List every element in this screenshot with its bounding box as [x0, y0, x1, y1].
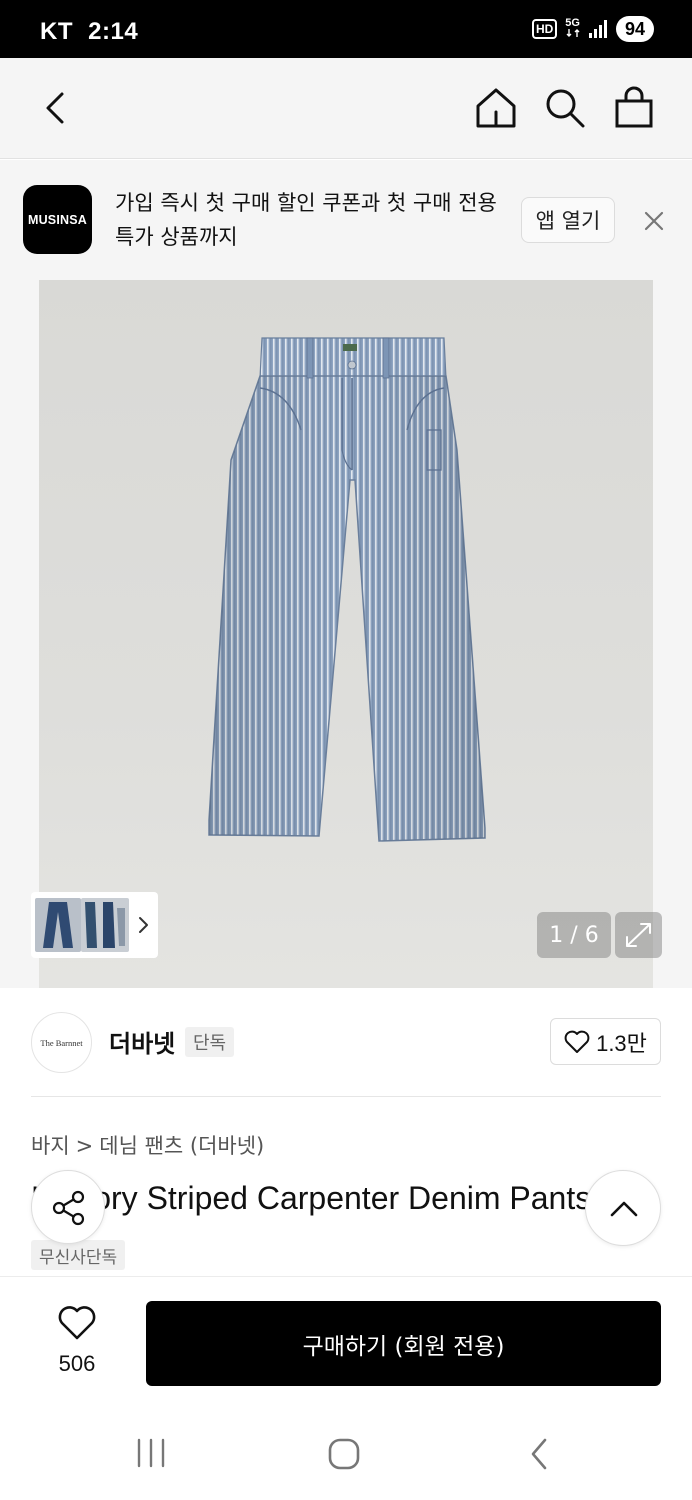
- page-indicator: 1 / 6: [537, 912, 611, 958]
- status-bar: KT 2:14 HD 5G 94: [0, 0, 692, 58]
- hd-icon: HD: [531, 19, 558, 39]
- share-icon: [52, 1190, 85, 1226]
- divider: [31, 1096, 661, 1097]
- scroll-to-top-button[interactable]: [585, 1170, 661, 1246]
- breadcrumb: 바지 > 데님 팬츠 (더바넷): [31, 1130, 264, 1160]
- buy-button[interactable]: 구매하기 (회원 전용): [146, 1301, 661, 1386]
- network-label: 5G: [565, 17, 580, 29]
- system-home-icon[interactable]: [326, 1436, 362, 1472]
- chevron-up-icon: [610, 1201, 638, 1217]
- network-5g-icon: 5G: [565, 18, 580, 40]
- denim-pants-image: [208, 337, 486, 842]
- thumbnail-image[interactable]: [81, 898, 129, 952]
- brand-name[interactable]: 더바넷: [109, 1024, 175, 1059]
- heart-icon: [564, 1030, 590, 1053]
- search-icon[interactable]: [543, 86, 587, 130]
- breadcrumb-item-category[interactable]: 바지: [31, 1134, 70, 1158]
- signal-icon: [588, 20, 607, 38]
- brand-like-count: 1.3만: [596, 1030, 647, 1056]
- wishlist-button[interactable]: 506: [40, 1303, 114, 1383]
- recent-apps-icon[interactable]: [135, 1436, 167, 1470]
- brand-logo[interactable]: The Barnnet: [31, 1012, 92, 1073]
- clock: 2:14: [88, 18, 139, 45]
- banner-message: 가입 즉시 첫 구매 할인 쿠폰과 첫 구매 전용 특가 상품까지: [115, 191, 497, 249]
- battery-indicator: 94: [615, 16, 654, 42]
- open-app-button[interactable]: 앱 열기: [521, 197, 615, 243]
- thumbnail-strip[interactable]: [31, 892, 158, 958]
- purchase-bar: 506 구매하기 (회원 전용): [0, 1276, 692, 1406]
- heart-icon: [58, 1306, 96, 1340]
- carrier-label: KT: [40, 18, 73, 45]
- brand-exclusive-badge: 단독: [185, 1027, 235, 1057]
- shopping-bag-icon[interactable]: [612, 86, 656, 130]
- back-icon[interactable]: [36, 88, 76, 128]
- breadcrumb-item-subcategory[interactable]: 데님 팬츠 (더바넷): [99, 1134, 264, 1158]
- close-icon[interactable]: [640, 207, 668, 235]
- top-navigation: [0, 58, 692, 159]
- brand-section: The Barnnet 더바넷 단독 1.3만: [0, 988, 692, 1098]
- musinsa-logo: MUSINSA: [23, 185, 92, 254]
- system-navigation-bar: [0, 1406, 692, 1500]
- share-button[interactable]: [31, 1170, 105, 1244]
- chevron-right-icon[interactable]: [135, 912, 153, 938]
- thumbnail-image[interactable]: [35, 898, 81, 952]
- product-image-gallery[interactable]: 1 / 6: [0, 280, 692, 988]
- brand-like-button[interactable]: 1.3만: [550, 1018, 661, 1065]
- app-install-banner: MUSINSA 가입 즉시 첫 구매 할인 쿠폰과 첫 구매 전용 특가 상품까…: [0, 160, 692, 280]
- product-title: Hickory Striped Carpenter Denim Pants: [31, 1180, 592, 1216]
- home-icon[interactable]: [474, 86, 518, 130]
- product-photo[interactable]: [39, 280, 653, 988]
- breadcrumb-separator-icon: >: [75, 1134, 94, 1158]
- expand-button[interactable]: [615, 912, 662, 958]
- system-back-icon[interactable]: [525, 1436, 553, 1472]
- expand-icon: [626, 923, 651, 947]
- wishlist-count: 506: [58, 1351, 96, 1376]
